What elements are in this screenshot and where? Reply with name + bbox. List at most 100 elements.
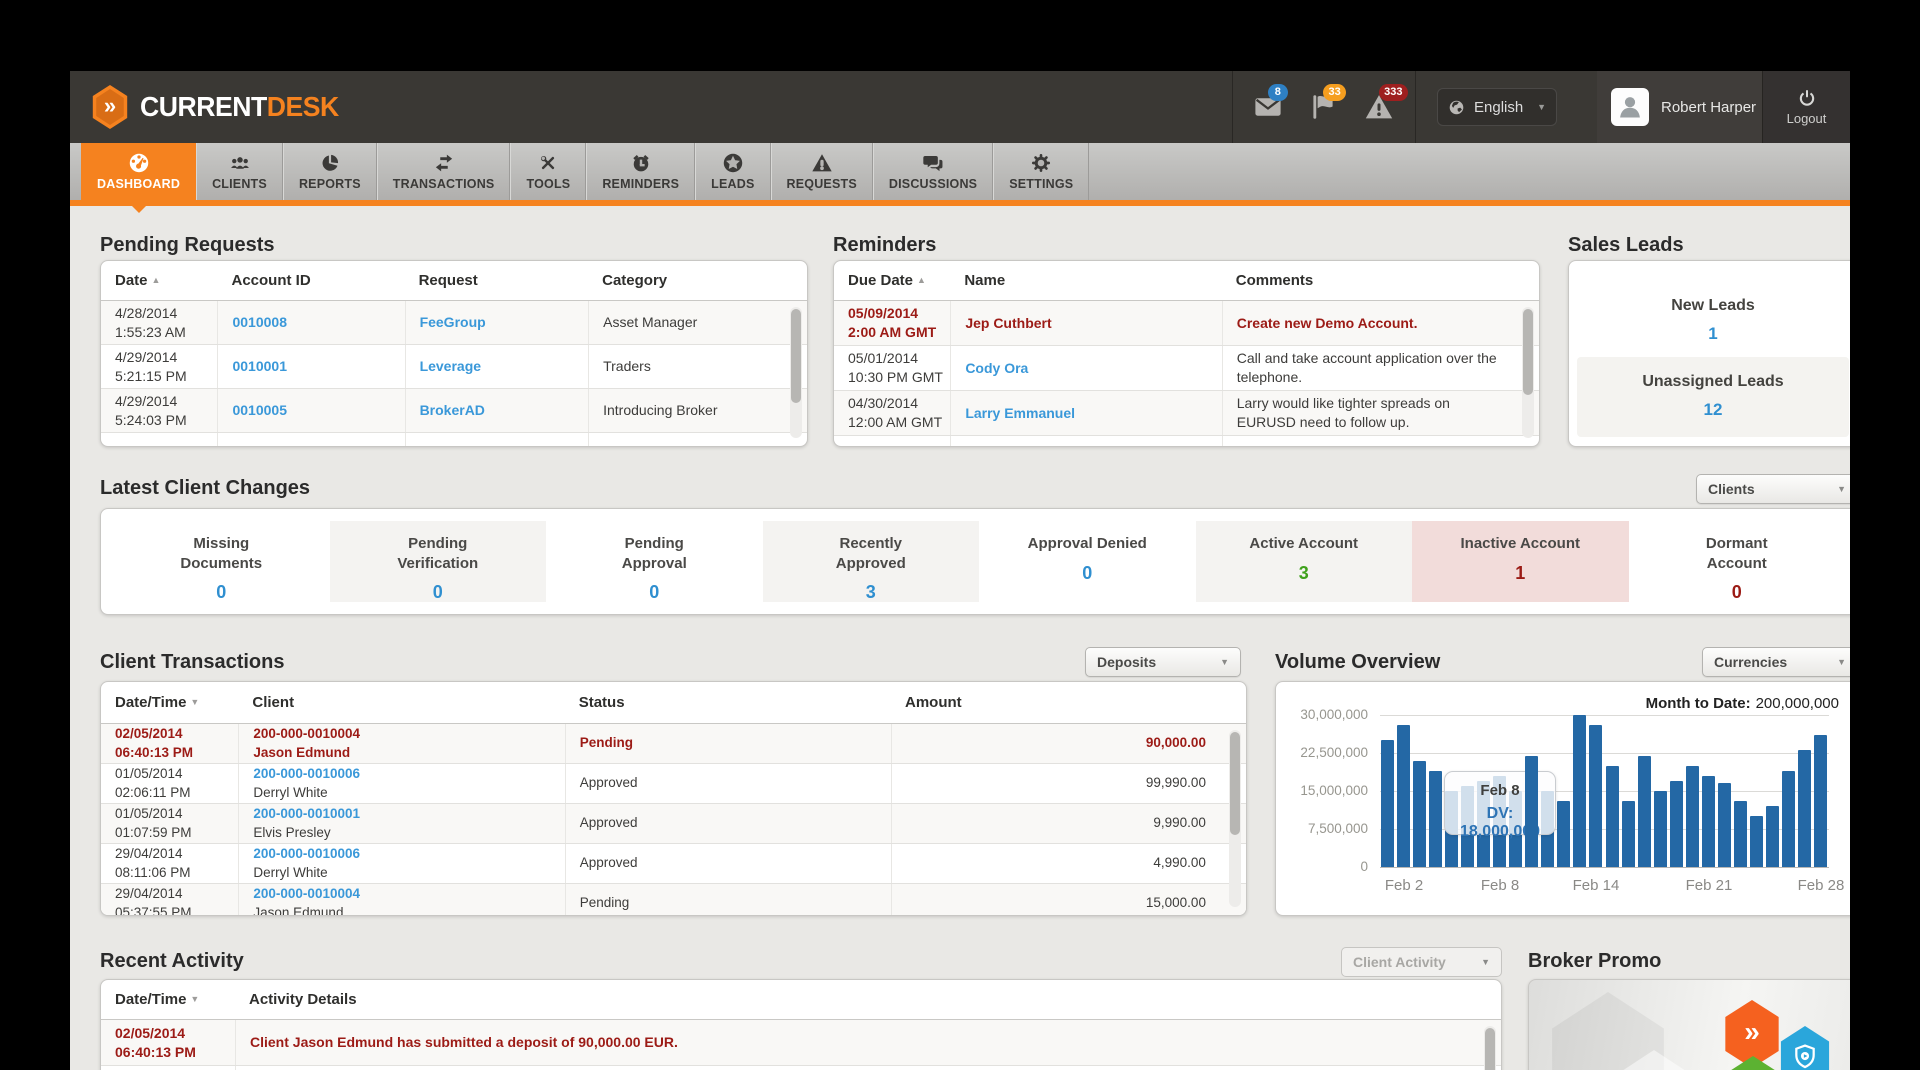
tab-clients[interactable]: CLIENTS — [196, 143, 283, 200]
alerts-notification-button[interactable]: 333 — [1364, 92, 1394, 122]
status-card-recently-approved[interactable]: Recently Approved3 — [763, 521, 980, 602]
cell-request-link[interactable]: FeeGroup — [405, 301, 589, 344]
scrollbar-track[interactable] — [1522, 307, 1534, 438]
cell-request-link[interactable]: BrokerAD — [405, 389, 589, 432]
cell-name-link[interactable]: Jep Cuthbert — [950, 301, 1221, 345]
chart-bar-feb-16[interactable] — [1622, 801, 1635, 867]
table-row[interactable]: 4/29/20145:21:15 PM0010001LeverageTrader… — [101, 345, 807, 389]
chart-bar-feb-2[interactable] — [1397, 725, 1410, 867]
cell-account-id-link[interactable]: 0010001 — [217, 345, 404, 388]
column-header[interactable]: Date/Time▼ — [101, 694, 238, 711]
table-row[interactable]: 01/05/2014 — [101, 1066, 1501, 1070]
table-row[interactable]: 4/28/20141:55:23 AM0010008FeeGroupAsset … — [101, 301, 807, 345]
chart-bar-feb-13[interactable] — [1573, 715, 1586, 867]
unassigned-leads-item[interactable]: Unassigned Leads12 — [1577, 357, 1849, 437]
table-row[interactable]: 04/30/2014Call Chuck Merit and wish him … — [834, 436, 1539, 447]
chart-bar-feb-14[interactable] — [1589, 725, 1602, 867]
client-account-link[interactable]: 200-000-0010004 — [253, 725, 564, 743]
table-row[interactable]: 29/04/201408:11:06 PM200-000-0010006Derr… — [101, 844, 1246, 884]
cell-account-id-link[interactable]: 0010005 — [217, 389, 404, 432]
mail-notification-button[interactable]: 8 — [1253, 92, 1283, 122]
chart-bar-feb-23[interactable] — [1734, 801, 1747, 867]
status-card-active-account[interactable]: Active Account3 — [1196, 521, 1413, 602]
column-header[interactable]: Amount — [891, 694, 1246, 711]
brand-logo[interactable]: » CURRENTDESK — [90, 85, 349, 129]
cell-name-link[interactable] — [950, 436, 1221, 447]
scrollbar-thumb[interactable] — [1230, 732, 1240, 835]
column-header[interactable]: Account ID — [217, 272, 404, 289]
tab-leads[interactable]: LEADS — [695, 143, 770, 200]
table-row[interactable]: 01/05/201401:07:59 PM200-000-0010001Elvi… — [101, 804, 1246, 844]
tab-settings[interactable]: SETTINGS — [993, 143, 1089, 200]
chart-bar-feb-10[interactable] — [1525, 756, 1538, 867]
status-card-dormant-account[interactable]: Dormant Account0 — [1629, 521, 1846, 602]
client-changes-filter-dropdown[interactable]: Clients▼ — [1696, 474, 1850, 504]
flags-notification-button[interactable]: 33 — [1308, 92, 1338, 122]
chart-bar-feb-19[interactable] — [1670, 781, 1683, 867]
client-account-link[interactable]: 200-000-0010006 — [253, 845, 564, 863]
chart-bar-feb-12[interactable] — [1557, 801, 1570, 867]
scrollbar-track[interactable] — [1229, 730, 1241, 907]
tab-reports[interactable]: REPORTS — [283, 143, 377, 200]
column-header[interactable]: Comments — [1222, 272, 1539, 289]
table-row[interactable]: 02/05/201406:40:13 PMClient Jason Edmund… — [101, 1020, 1501, 1066]
chart-bar-feb-3[interactable] — [1413, 761, 1426, 867]
chart-bar-feb-25[interactable] — [1766, 806, 1779, 867]
client-account-link[interactable]: 200-000-0010006 — [253, 765, 564, 783]
table-row[interactable]: 04/30/201412:00 AM GMTLarry EmmanuelLarr… — [834, 391, 1539, 436]
table-row[interactable]: 02/05/201406:40:13 PM200-000-0010004Jaso… — [101, 724, 1246, 764]
chart-bar-feb-22[interactable] — [1718, 783, 1731, 867]
broker-promo-panel[interactable]: » — [1528, 979, 1850, 1070]
scrollbar-track[interactable] — [790, 307, 802, 438]
status-card-missing-documents[interactable]: Missing Documents0 — [113, 521, 330, 602]
cell-account-id-link[interactable]: 0010008 — [217, 301, 404, 344]
status-card-pending-verification[interactable]: Pending Verification0 — [330, 521, 547, 602]
scrollbar-track[interactable] — [1484, 1026, 1496, 1070]
transactions-filter-dropdown[interactable]: Deposits▼ — [1085, 647, 1241, 677]
status-card-inactive-account[interactable]: Inactive Account1 — [1412, 521, 1629, 602]
chart-bar-feb-20[interactable] — [1686, 766, 1699, 867]
chart-bar-feb-17[interactable] — [1638, 756, 1651, 867]
table-row[interactable]: 05/01/201410:30 PM GMTCody OraCall and t… — [834, 346, 1539, 391]
logout-button[interactable]: Logout — [1762, 71, 1850, 143]
chart-bar-feb-21[interactable] — [1702, 776, 1715, 867]
table-row[interactable]: 05/09/20142:00 AM GMTJep CuthbertCreate … — [834, 301, 1539, 346]
chart-bar-feb-24[interactable] — [1750, 816, 1763, 867]
column-header[interactable]: Request — [405, 272, 589, 289]
chart-bar-feb-1[interactable] — [1381, 740, 1394, 867]
table-row[interactable]: 4/29/20145:24:03 PM0010005BrokerADIntrod… — [101, 389, 807, 433]
column-header[interactable]: Name — [950, 272, 1221, 289]
cell-request-link[interactable] — [405, 433, 589, 447]
column-header[interactable]: Status — [565, 694, 891, 711]
client-account-link[interactable]: 200-000-0010001 — [253, 805, 564, 823]
cell-name-link[interactable]: Cody Ora — [950, 346, 1221, 390]
new-leads-item[interactable]: New Leads1 — [1569, 297, 1850, 344]
activity-filter-dropdown[interactable]: Client Activity▼ — [1341, 947, 1502, 977]
scrollbar-thumb[interactable] — [791, 309, 801, 403]
column-header[interactable]: Date/Time▼ — [101, 991, 235, 1008]
column-header[interactable]: Activity Details — [235, 991, 1501, 1008]
chart-bar-feb-26[interactable] — [1782, 771, 1795, 867]
user-menu[interactable]: Robert Harper — [1597, 71, 1762, 143]
chart-bar-feb-18[interactable] — [1654, 791, 1667, 867]
status-card-pending-approval[interactable]: Pending Approval0 — [546, 521, 763, 602]
cell-name-link[interactable]: Larry Emmanuel — [950, 391, 1221, 435]
column-header[interactable]: Date▲ — [101, 272, 217, 289]
table-row[interactable]: 01/05/201402:06:11 PM200-000-0010006Derr… — [101, 764, 1246, 804]
chart-bar-feb-4[interactable] — [1429, 771, 1442, 867]
tab-requests[interactable]: REQUESTS — [771, 143, 873, 200]
scrollbar-thumb[interactable] — [1523, 309, 1533, 395]
table-row[interactable]: 4/29/2014 — [101, 433, 807, 447]
column-header[interactable]: Due Date▲ — [834, 272, 950, 289]
chart-bar-feb-15[interactable] — [1606, 766, 1619, 867]
tab-tools[interactable]: TOOLS — [510, 143, 586, 200]
cell-request-link[interactable]: Leverage — [405, 345, 589, 388]
scrollbar-thumb[interactable] — [1485, 1028, 1495, 1070]
language-dropdown[interactable]: English ▼ — [1437, 88, 1557, 126]
chart-bar-feb-27[interactable] — [1798, 750, 1811, 867]
tab-discussions[interactable]: DISCUSSIONS — [873, 143, 993, 200]
table-row[interactable]: 29/04/201405:37:55 PM200-000-0010004Jaso… — [101, 884, 1246, 916]
tab-reminders[interactable]: REMINDERS — [586, 143, 695, 200]
tab-transactions[interactable]: TRANSACTIONS — [377, 143, 511, 200]
cell-account-id-link[interactable] — [217, 433, 404, 447]
